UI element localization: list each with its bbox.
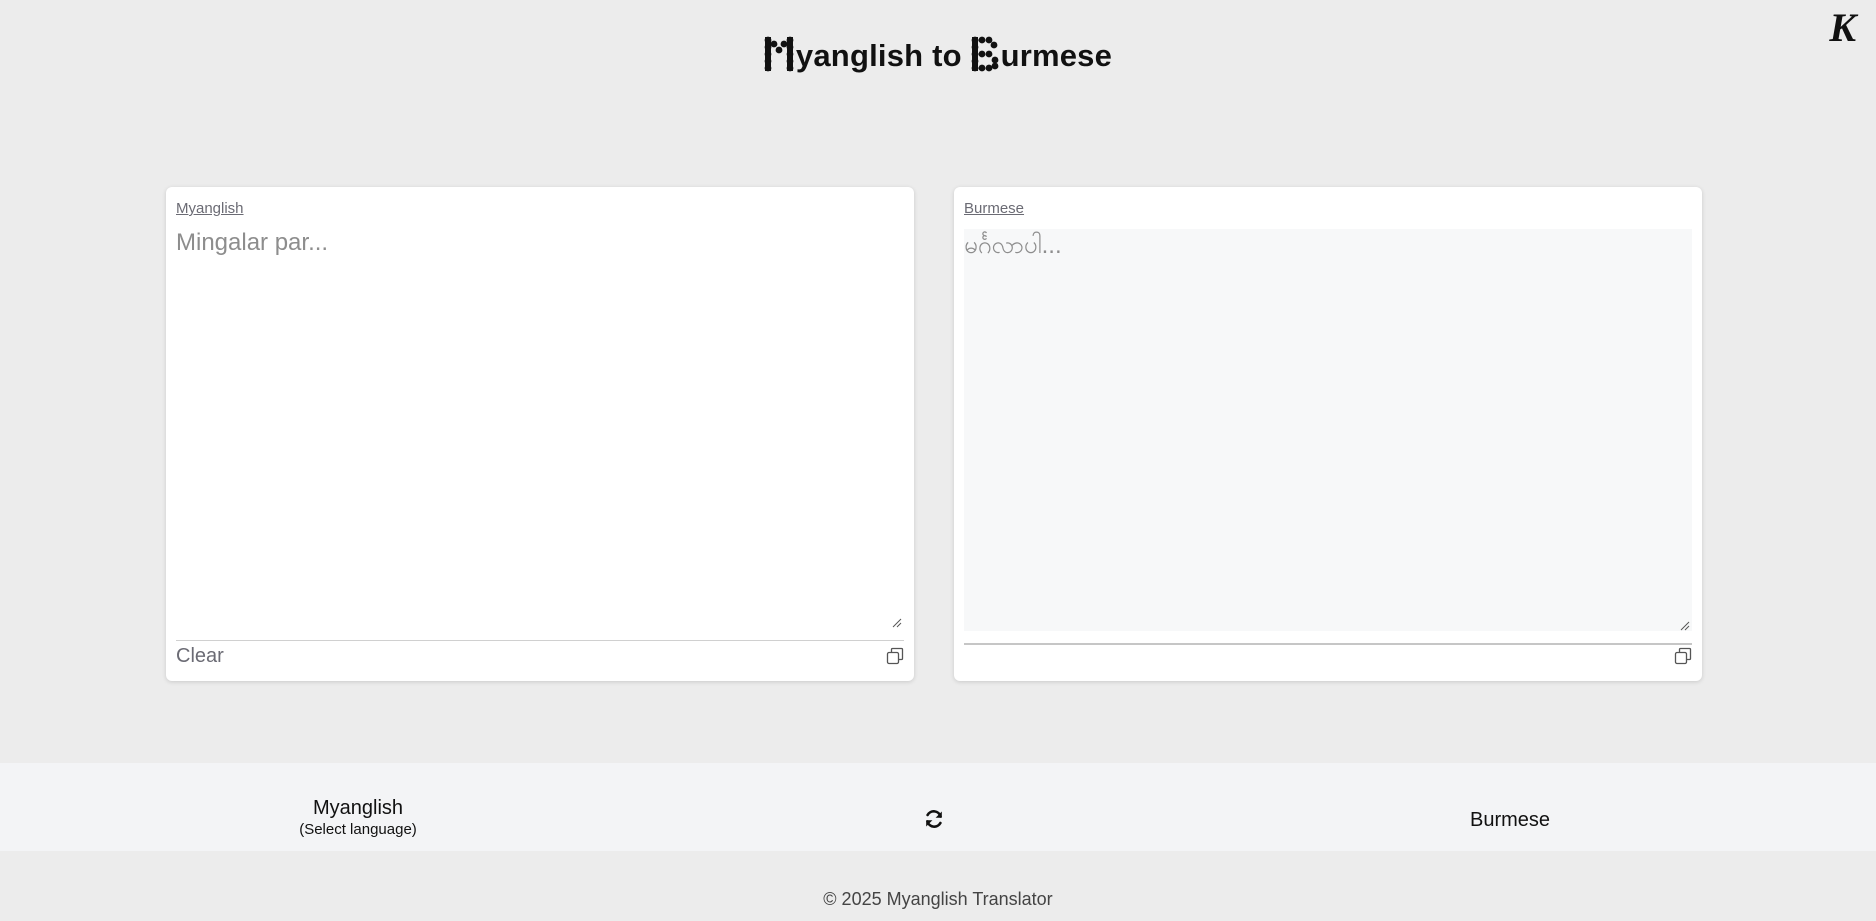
target-text-output[interactable] — [964, 229, 1692, 631]
title-part-2: urmese — [1000, 38, 1113, 73]
target-language-selector[interactable]: Burmese — [1410, 808, 1610, 832]
source-language-label[interactable]: Myanglish — [176, 200, 244, 217]
dotted-letter-m: M — [764, 36, 794, 72]
copyright-text: © 2025 Myanglish Translator — [823, 889, 1053, 909]
copy-icon[interactable] — [886, 647, 904, 665]
source-panel: Myanglish Clear — [166, 187, 914, 681]
source-language-hint: (Select language) — [299, 821, 417, 838]
copy-icon[interactable] — [1674, 647, 1692, 665]
page-title: M yanglish to B urmese — [0, 34, 1876, 78]
target-language-label[interactable]: Burmese — [964, 200, 1024, 217]
target-divider — [964, 643, 1692, 645]
logo-k-link[interactable]: K — [1829, 4, 1856, 52]
footer: © 2025 Myanglish Translator — [0, 851, 1876, 921]
clear-button[interactable]: Clear — [176, 645, 224, 668]
target-panel: Burmese — [954, 187, 1702, 681]
source-language-selector[interactable]: Myanglish (Select language) — [258, 796, 458, 840]
resize-grip-icon[interactable] — [892, 618, 902, 628]
resize-grip-icon[interactable] — [1680, 621, 1690, 631]
refresh-swap-icon[interactable] — [923, 808, 945, 830]
source-divider — [176, 640, 904, 641]
source-language-name: Myanglish — [312, 797, 404, 819]
language-bar: Myanglish (Select language) Burmese — [0, 763, 1876, 851]
page: M yanglish to B urmese K Myanglish — [0, 0, 1876, 921]
dotted-letter-b: B — [971, 36, 998, 72]
title-part-1: yanglish to — [795, 38, 971, 73]
source-text-input[interactable] — [176, 229, 904, 619]
